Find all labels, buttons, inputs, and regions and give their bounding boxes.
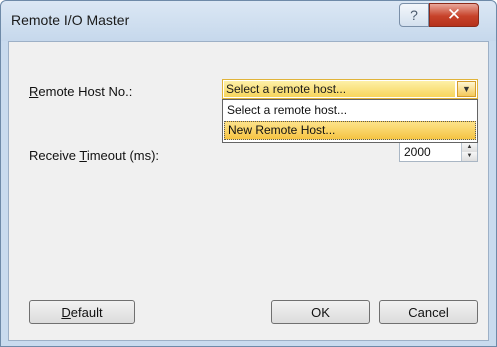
spinner-buttons: ▲ ▼ [461, 143, 477, 161]
receive-timeout-value[interactable]: 2000 [400, 143, 461, 161]
ok-button[interactable]: OK [271, 300, 370, 324]
remote-host-label: Remote Host No.: [29, 84, 132, 99]
chevron-down-icon: ▼ [462, 84, 471, 94]
title-bar[interactable]: Remote I/O Master ? ✕ [1, 1, 496, 41]
cancel-button[interactable]: Cancel [379, 300, 478, 324]
remote-host-label-text: emote Host No.: [38, 84, 133, 99]
help-icon: ? [410, 7, 418, 23]
ok-button-label: OK [311, 304, 330, 320]
remote-host-select-value: Select a remote host... [224, 81, 455, 97]
dropdown-option[interactable]: Select a remote host... [224, 101, 476, 120]
cancel-button-label: Cancel [408, 304, 449, 320]
receive-timeout-label-pre: Receive [29, 148, 80, 163]
remote-host-dropdown-list: Select a remote host... New Remote Host.… [222, 99, 478, 143]
close-button[interactable]: ✕ [429, 3, 479, 27]
dropdown-arrow-button[interactable]: ▼ [457, 81, 476, 97]
dialog-title: Remote I/O Master [11, 12, 130, 28]
spin-down-icon[interactable]: ▼ [462, 152, 477, 161]
receive-timeout-spinner[interactable]: 2000 ▲ ▼ [399, 142, 478, 162]
default-button-accelerator: D [61, 304, 71, 320]
dropdown-option-highlighted[interactable]: New Remote Host... [224, 121, 476, 140]
spin-up-icon[interactable]: ▲ [462, 143, 477, 152]
default-button[interactable]: Default [29, 300, 135, 324]
remote-host-select[interactable]: Select a remote host... ▼ [222, 79, 478, 99]
receive-timeout-label: Receive Timeout (ms): [29, 148, 159, 163]
close-icon: ✕ [446, 5, 462, 24]
dialog-body: Remote Host No.: Select a remote host...… [8, 41, 489, 341]
remote-io-master-dialog: Remote I/O Master ? ✕ Remote Host No.: S… [0, 0, 497, 347]
receive-timeout-label-post: imeout (ms): [86, 148, 160, 163]
default-button-label: efault [70, 304, 103, 320]
receive-timeout-accelerator: T [79, 148, 87, 163]
remote-host-accelerator: R [29, 84, 39, 99]
help-button[interactable]: ? [399, 3, 429, 27]
